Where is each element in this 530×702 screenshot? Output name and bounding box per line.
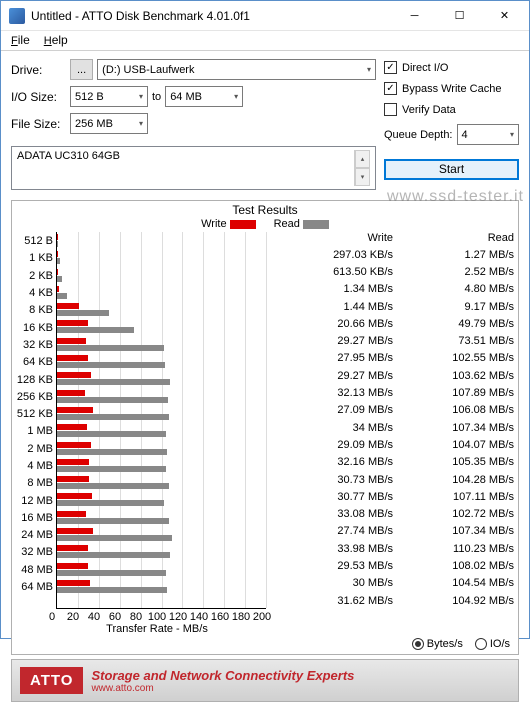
read-swatch <box>303 220 329 229</box>
chevron-down-icon: ▾ <box>367 65 371 74</box>
x-axis-label: Transfer Rate - MB/s <box>52 623 262 635</box>
drive-label: Drive: <box>11 63 66 77</box>
results-table: WriteRead 297.03 KB/s1.27 MB/s613.50 KB/… <box>266 232 514 609</box>
chart: 512 B1 KB2 KB4 KB8 KB16 KB32 KB64 KB128 … <box>16 232 266 609</box>
minimize-button[interactable]: ─ <box>392 1 437 30</box>
maximize-button[interactable]: ☐ <box>437 1 482 30</box>
chevron-down-icon: ▾ <box>139 119 143 128</box>
drive-select[interactable]: (D:) USB-Laufwerk▾ <box>97 59 376 80</box>
start-button[interactable]: Start <box>384 159 519 180</box>
bypass-checkbox[interactable]: ✓Bypass Write Cache <box>384 82 519 95</box>
footer: ATTO Storage and Network Connectivity Ex… <box>11 659 519 702</box>
io-size-from-select[interactable]: 512 B▾ <box>70 86 148 107</box>
write-swatch <box>230 220 256 229</box>
chevron-down-icon: ▾ <box>355 168 370 186</box>
device-textarea[interactable]: ADATA UC310 64GB ▴▾ <box>11 146 376 190</box>
verify-checkbox[interactable]: Verify Data <box>384 103 519 116</box>
app-icon <box>9 8 25 24</box>
chevron-down-icon: ▾ <box>234 92 238 101</box>
direct-io-checkbox[interactable]: ✓Direct I/O <box>384 61 519 74</box>
menu-help[interactable]: Help <box>38 31 74 50</box>
results-panel: Test Results Write Read 512 B1 KB2 KB4 K… <box>11 200 519 655</box>
titlebar: Untitled - ATTO Disk Benchmark 4.01.0f1 … <box>1 1 529 31</box>
chevron-down-icon: ▾ <box>139 92 143 101</box>
file-size-select[interactable]: 256 MB▾ <box>70 113 148 134</box>
io-to-label: to <box>152 91 161 103</box>
bytes-radio[interactable]: Bytes/s <box>412 638 463 650</box>
queue-depth-label: Queue Depth: <box>384 129 453 141</box>
queue-depth-select[interactable]: 4▾ <box>457 124 520 145</box>
atto-logo: ATTO <box>20 667 83 694</box>
io-size-to-select[interactable]: 64 MB▾ <box>165 86 243 107</box>
menu-file[interactable]: File <box>5 31 36 50</box>
chevron-up-icon: ▴ <box>355 150 370 168</box>
ios-radio[interactable]: IO/s <box>475 638 510 650</box>
footer-url: www.atto.com <box>91 683 518 694</box>
chevron-down-icon: ▾ <box>510 130 514 139</box>
chart-legend: Write Read <box>12 217 518 232</box>
results-title: Test Results <box>12 201 518 217</box>
io-size-label: I/O Size: <box>11 90 66 104</box>
menubar: File Help <box>1 31 529 51</box>
spinner[interactable]: ▴▾ <box>354 150 370 186</box>
x-axis: 020406080100120140160180200 <box>52 611 262 623</box>
footer-tagline: Storage and Network Connectivity Experts <box>91 668 518 683</box>
close-button[interactable]: ✕ <box>482 1 527 30</box>
file-size-label: File Size: <box>11 117 66 131</box>
drive-browse-button[interactable]: ... <box>70 59 93 80</box>
window-title: Untitled - ATTO Disk Benchmark 4.01.0f1 <box>31 9 392 23</box>
